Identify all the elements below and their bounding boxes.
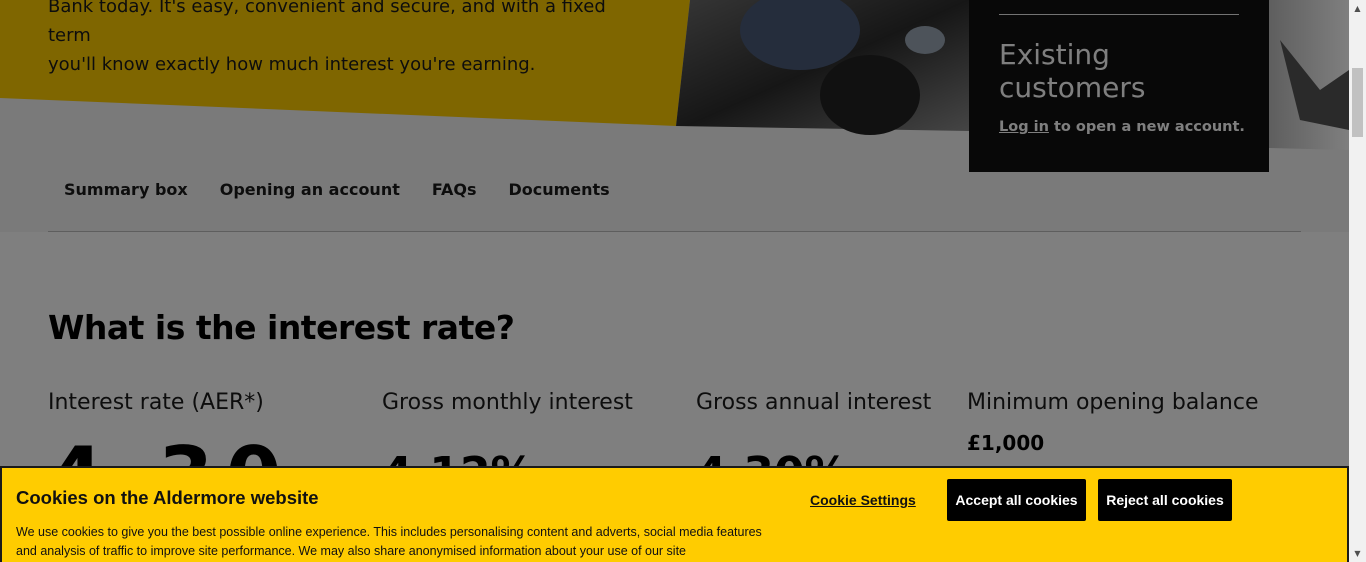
- scroll-up-arrow-icon[interactable]: ▲: [1349, 0, 1366, 17]
- accept-all-cookies-button[interactable]: Accept all cookies: [947, 479, 1086, 521]
- cookie-banner-text: We use cookies to give you the best poss…: [16, 525, 762, 558]
- scroll-down-arrow-icon[interactable]: ▼: [1349, 545, 1366, 562]
- vertical-scrollbar[interactable]: ▲ ▼: [1349, 0, 1366, 562]
- cookie-banner-title: Cookies on the Aldermore website: [16, 487, 319, 508]
- page: Bank today. It's easy, convenient and se…: [0, 0, 1349, 562]
- cookie-settings-link[interactable]: Cookie Settings: [810, 492, 916, 508]
- scrollbar-thumb[interactable]: [1352, 68, 1363, 137]
- reject-all-cookies-button[interactable]: Reject all cookies: [1098, 479, 1232, 521]
- cookie-banner: Cookies on the Aldermore website We use …: [0, 466, 1349, 562]
